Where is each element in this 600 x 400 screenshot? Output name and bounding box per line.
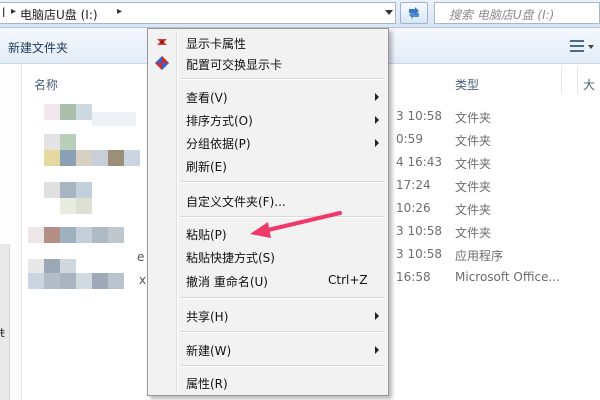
- annotation-arrow-icon: [250, 211, 342, 238]
